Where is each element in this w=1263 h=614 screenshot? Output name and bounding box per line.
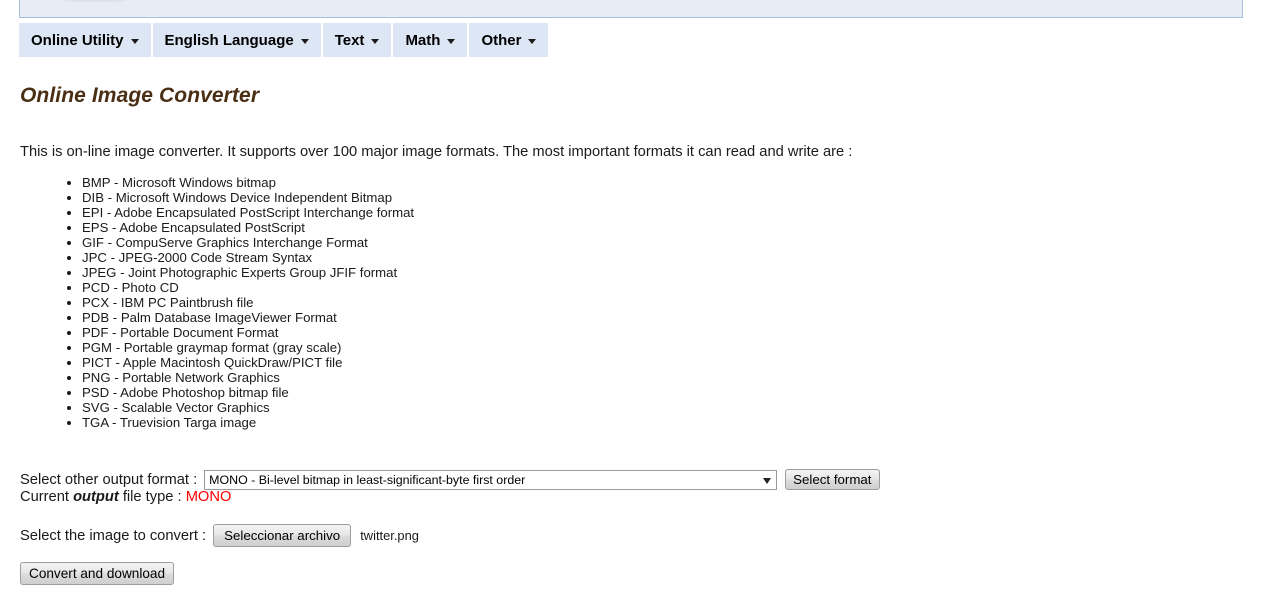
page-title: Online Image Converter [20, 84, 260, 108]
format-list-item: PICT - Apple Macintosh QuickDraw/PICT fi… [82, 355, 414, 370]
format-list-item: PCX - IBM PC Paintbrush file [82, 295, 414, 310]
file-select-row: Select the image to convert : Selecciona… [20, 524, 419, 547]
intro-paragraph: This is on-line image converter. It supp… [20, 143, 853, 160]
nav-item-label: English Language [164, 31, 294, 49]
output-format-label: Select other output format : [20, 471, 198, 488]
nav-item-other[interactable]: Other [469, 23, 548, 57]
current-type-prefix: Current [20, 489, 74, 505]
convert-and-download-button[interactable]: Convert and download [20, 562, 175, 585]
output-format-select[interactable]: MONO - Bi-level bitmap in least-signific… [204, 469, 778, 490]
supported-formats-list: BMP - Microsoft Windows bitmapDIB - Micr… [58, 175, 414, 430]
output-format-select-wrapper: MONO - Bi-level bitmap in least-signific… [197, 469, 778, 490]
nav-item-math[interactable]: Math [393, 23, 470, 57]
file-select-label: Select the image to convert : [20, 527, 207, 544]
current-file-type-value: MONO [185, 489, 232, 505]
chevron-down-icon [130, 38, 139, 44]
nav-item-label: Other [481, 31, 522, 49]
format-list-item: PSD - Adobe Photoshop bitmap file [82, 385, 414, 400]
nav-item-label: Math [405, 31, 441, 49]
format-list-item: JPC - JPEG-2000 Code Stream Syntax [82, 250, 414, 265]
format-list-item: GIF - CompuServe Graphics Interchange Fo… [82, 235, 414, 250]
format-list-item: PNG - Portable Network Graphics [82, 370, 414, 385]
current-type-suffix: file type : [118, 489, 186, 505]
nav-item-text[interactable]: Text [323, 23, 394, 57]
format-list-item: PDF - Portable Document Format [82, 325, 414, 340]
nav-item-english-language[interactable]: English Language [153, 23, 323, 57]
format-list-item: TGA - Truevision Targa image [82, 415, 414, 430]
chevron-down-icon [300, 38, 309, 44]
nav-item-label: Online Utility [31, 31, 124, 49]
current-output-type-row: Current output file type : MONO [20, 489, 231, 505]
main-navigation: Online Utility English Language Text Math Ot… [19, 22, 549, 57]
format-list-item: DIB - Microsoft Windows Device Independe… [82, 190, 414, 205]
chevron-down-icon [447, 38, 456, 44]
format-list-item: PCD - Photo CD [82, 280, 414, 295]
format-list-item: JPEG - Joint Photographic Experts Group … [82, 265, 414, 280]
current-type-emphasis: output [73, 489, 119, 505]
chevron-down-icon [528, 38, 537, 44]
format-list-item: PGM - Portable graymap format (gray scal… [82, 340, 414, 355]
format-list-item: BMP - Microsoft Windows bitmap [82, 175, 414, 190]
chevron-down-icon [371, 38, 380, 44]
selected-file-name: twitter.png [360, 528, 419, 543]
format-list-item: PDB - Palm Database ImageViewer Format [82, 310, 414, 325]
choose-file-button[interactable]: Seleccionar archivo [213, 524, 352, 547]
site-logo-image[interactable] [60, 0, 130, 3]
format-list-item: EPS - Adobe Encapsulated PostScript [82, 220, 414, 235]
output-format-row: Select other output format : MONO - Bi-l… [20, 469, 880, 490]
format-list-item: SVG - Scalable Vector Graphics [82, 400, 414, 415]
select-format-button[interactable]: Select format [785, 469, 880, 490]
site-banner [19, 0, 1243, 18]
nav-item-online-utility[interactable]: Online Utility [19, 23, 153, 57]
nav-item-label: Text [334, 31, 365, 49]
format-list-item: EPI - Adobe Encapsulated PostScript Inte… [82, 205, 414, 220]
